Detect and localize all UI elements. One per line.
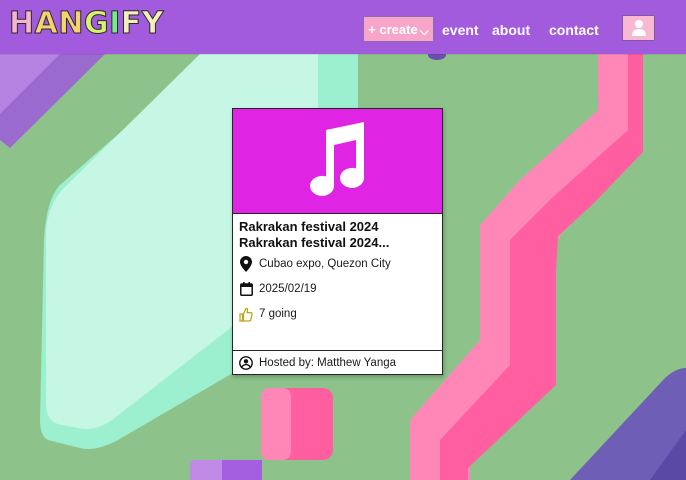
user-icon [631,20,646,36]
top-navbar: HANGIFY + create ⌵ event about contact [0,0,686,54]
event-going-count: 7 going [259,308,297,320]
location-pin-icon [238,255,254,273]
music-note-icon [309,122,364,196]
event-going-row: 7 going [238,305,297,323]
chevron-down-icon: ⌵ [419,23,429,38]
event-location-row: Cubao expo, Quezon City [238,255,391,273]
logo-letter: G [83,6,110,42]
thumbs-up-icon [238,305,254,323]
event-title-line1: Rakrakan festival 2024 [239,219,379,234]
event-host: Hosted by: Matthew Yanga [259,356,397,369]
logo-letter: F [120,6,142,42]
nav-link-event[interactable]: event [442,20,479,40]
calendar-icon [238,280,254,298]
logo-letter: A [34,6,59,42]
logo-letter: Y [141,6,164,42]
nav-link-contact[interactable]: contact [549,20,599,40]
event-host-footer: Hosted by: Matthew Yanga [233,350,442,374]
logo-text: HANGIFY [9,6,164,42]
event-date: 2025/02/19 [259,283,317,295]
create-dropdown-button[interactable]: + create ⌵ [363,16,434,42]
profile-button[interactable] [622,15,655,41]
event-title-line2: Rakrakan festival 2024... [239,235,390,250]
user-circle-icon [238,355,254,371]
event-title: Rakrakan festival 2024 Rakrakan festival… [239,219,437,251]
logo-letter: H [9,6,35,42]
nav-link-about[interactable]: about [492,20,530,40]
create-label: + create [368,21,418,37]
logo-letter: I [109,6,121,42]
hangify-logo[interactable]: HANGIFY [9,4,164,44]
event-date-row: 2025/02/19 [238,280,317,298]
event-banner [233,109,442,214]
event-location: Cubao expo, Quezon City [259,258,391,270]
event-card[interactable]: Rakrakan festival 2024 Rakrakan festival… [232,108,443,375]
logo-letter: N [58,6,84,42]
